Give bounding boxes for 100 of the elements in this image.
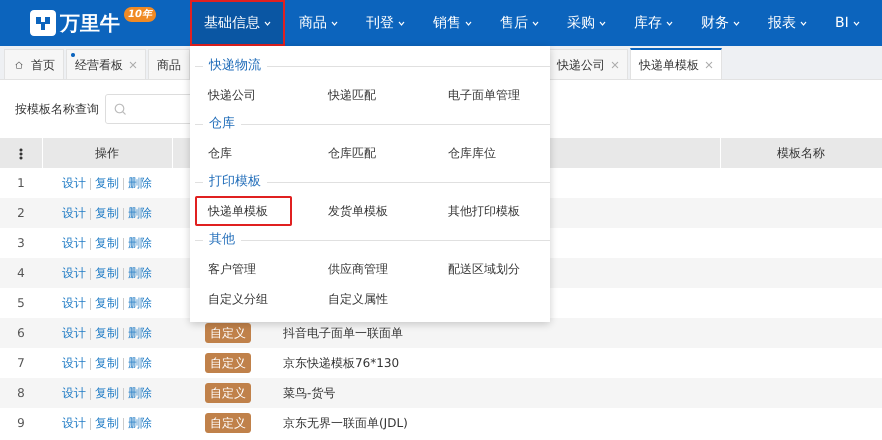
caret-icon <box>733 20 740 26</box>
action-link[interactable]: 复制 <box>95 206 119 220</box>
caret-icon <box>331 20 338 26</box>
page-tab[interactable]: 快递公司 <box>548 49 628 79</box>
section-title: 其他 <box>209 231 235 250</box>
caret-icon <box>800 20 807 26</box>
nav-menu[interactable]: 刊登 <box>352 0 419 46</box>
action-link[interactable]: 删除 <box>128 326 152 340</box>
section-title: 快递物流 <box>209 57 261 76</box>
section-title: 仓库 <box>209 115 235 134</box>
search-icon <box>114 103 126 115</box>
nav-menu[interactable]: 售后 <box>486 0 553 46</box>
logo-text: 万里牛 <box>60 10 120 37</box>
page-tab[interactable]: 商品 <box>148 49 190 79</box>
menu-item[interactable]: 客户管理 <box>195 254 292 284</box>
nav-menu[interactable]: 基础信息 <box>190 0 285 46</box>
action-link[interactable]: 复制 <box>95 416 119 430</box>
action-link[interactable]: 设计 <box>62 326 86 340</box>
row-number: 6 <box>0 318 42 348</box>
row-number: 8 <box>0 378 42 408</box>
row-number: 9 <box>0 408 42 438</box>
caret-icon <box>666 20 673 26</box>
action-link[interactable]: 复制 <box>95 356 119 370</box>
page-tab[interactable]: 首页 <box>4 49 64 79</box>
row-number: 4 <box>0 258 42 288</box>
menu-item[interactable]: 供应商管理 <box>315 254 412 284</box>
nav-menu[interactable]: 库存 <box>620 0 687 46</box>
action-link[interactable]: 复制 <box>95 176 119 190</box>
page-tab[interactable]: 快递单模板 <box>630 48 722 79</box>
tag-label: 自定义 <box>205 323 251 343</box>
action-link[interactable]: 删除 <box>128 356 152 370</box>
menu-item[interactable]: 自定义属性 <box>315 284 412 314</box>
template-name: 京东无界一联面单(JDL) <box>283 416 408 430</box>
menu-item[interactable]: 电子面单管理 <box>435 80 532 110</box>
caret-icon <box>465 20 472 26</box>
action-link[interactable]: 复制 <box>95 326 119 340</box>
menu-item[interactable]: 快递匹配 <box>315 80 412 110</box>
action-link[interactable]: 复制 <box>95 266 119 280</box>
close-icon[interactable] <box>129 60 137 68</box>
action-link[interactable]: 删除 <box>128 416 152 430</box>
row-number: 5 <box>0 288 42 318</box>
tag-label: 自定义 <box>205 413 251 433</box>
menu-item[interactable]: 自定义分组 <box>195 284 292 314</box>
nav-menu[interactable]: 商品 <box>285 0 352 46</box>
action-link[interactable]: 设计 <box>62 416 86 430</box>
nav-menu[interactable]: 采购 <box>553 0 620 46</box>
action-link[interactable]: 设计 <box>62 176 86 190</box>
column-header: 操作 <box>42 138 172 168</box>
menu-item[interactable]: 快递单模板 <box>195 196 292 226</box>
tag-label: 自定义 <box>205 383 251 403</box>
action-link[interactable]: 删除 <box>128 296 152 310</box>
column-menu-icon <box>18 148 23 160</box>
action-link[interactable]: 设计 <box>62 296 86 310</box>
action-link[interactable]: 删除 <box>128 236 152 250</box>
action-link[interactable]: 删除 <box>128 206 152 220</box>
menu-item[interactable]: 快递公司 <box>195 80 292 110</box>
tag-label: 自定义 <box>205 353 251 373</box>
nav-menu[interactable]: 报表 <box>754 0 821 46</box>
action-link[interactable]: 复制 <box>95 296 119 310</box>
action-link[interactable]: 删除 <box>128 266 152 280</box>
menu-item[interactable]: 仓库库位 <box>435 138 532 168</box>
template-name: 京东快递模板76*130 <box>283 356 400 370</box>
close-icon[interactable] <box>705 60 713 68</box>
menu-item[interactable]: 发货单模板 <box>315 196 412 226</box>
caret-icon <box>532 20 539 26</box>
page-tab[interactable]: 经营看板 <box>66 49 146 79</box>
nav-menu[interactable]: 财务 <box>687 0 754 46</box>
home-icon <box>13 60 25 68</box>
action-link[interactable]: 删除 <box>128 176 152 190</box>
action-link[interactable]: 设计 <box>62 356 86 370</box>
row-number: 3 <box>0 228 42 258</box>
caret-icon <box>398 20 405 26</box>
section-title: 打印模板 <box>209 173 261 192</box>
caret-icon <box>264 20 271 26</box>
template-name: 抖音电子面单一联面单 <box>283 326 403 340</box>
nav-menu[interactable]: 销售 <box>419 0 486 46</box>
row-number: 7 <box>0 348 42 378</box>
close-icon[interactable] <box>611 60 619 68</box>
unread-dot <box>71 53 75 57</box>
caret-icon <box>599 20 606 26</box>
action-link[interactable]: 设计 <box>62 206 86 220</box>
caret-icon <box>852 20 860 26</box>
menu-item[interactable]: 仓库匹配 <box>315 138 412 168</box>
nav-menu[interactable]: BI <box>821 0 874 46</box>
action-link[interactable]: 设计 <box>62 266 86 280</box>
row-number: 1 <box>0 168 42 198</box>
action-link[interactable]: 复制 <box>95 386 119 400</box>
column-header: 模板名称 <box>720 138 882 168</box>
row-number: 2 <box>0 198 42 228</box>
logo-icon <box>30 10 56 36</box>
action-link[interactable]: 删除 <box>128 386 152 400</box>
search-label: 按模板名称查询 <box>15 101 99 118</box>
template-name: 菜鸟-货号 <box>283 386 336 400</box>
action-link[interactable]: 设计 <box>62 386 86 400</box>
anniversary-badge: 10年 <box>124 6 156 22</box>
menu-item[interactable]: 配送区域划分 <box>435 254 532 284</box>
action-link[interactable]: 复制 <box>95 236 119 250</box>
menu-item[interactable]: 其他打印模板 <box>435 196 532 226</box>
action-link[interactable]: 设计 <box>62 236 86 250</box>
menu-item[interactable]: 仓库 <box>195 138 292 168</box>
